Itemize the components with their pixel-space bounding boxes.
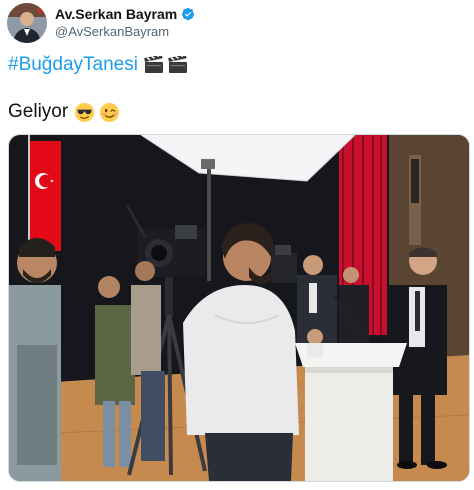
tweet-text-line: Geliyor	[8, 101, 120, 123]
avatar[interactable]	[7, 3, 47, 43]
clapper-board-icon	[144, 56, 163, 73]
avatar-image	[7, 3, 47, 43]
tweet-header: Av.Serkan Bayram @AvSerkanBayram	[7, 3, 195, 43]
author-names: Av.Serkan Bayram @AvSerkanBayram	[55, 6, 195, 39]
tweet-photo[interactable]	[8, 134, 470, 482]
hashtag-line: #BuğdayTanesi	[8, 54, 188, 76]
tweet-text: Geliyor	[8, 101, 69, 122]
verified-badge-icon	[182, 7, 195, 21]
winking-face-icon	[100, 102, 120, 122]
display-name[interactable]: Av.Serkan Bayram	[55, 6, 177, 22]
hashtag-link[interactable]: #BuğdayTanesi	[8, 54, 138, 76]
clapper-board-icon	[168, 56, 187, 73]
name-row: Av.Serkan Bayram	[55, 6, 195, 22]
sunglasses-face-icon	[75, 102, 95, 122]
tweet: Av.Serkan Bayram @AvSerkanBayram #Buğday…	[0, 0, 474, 490]
author-handle[interactable]: @AvSerkanBayram	[55, 24, 195, 39]
film-set-photo	[9, 135, 469, 481]
